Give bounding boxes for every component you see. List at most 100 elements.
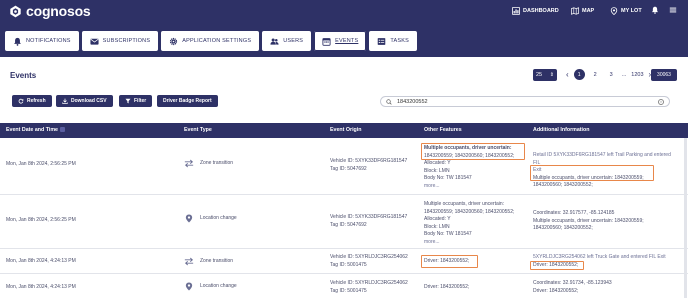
driver-id: Driver: 1843200552; — [533, 287, 579, 294]
sort-icon[interactable] — [60, 127, 66, 133]
nav-my-lot[interactable]: MY LOT — [610, 7, 642, 15]
vehicle-id[interactable]: Vehicle ID: 5XYRLDJC3RG254062 — [330, 254, 408, 262]
coordinates: Coordinates: 32.917577, -85.124185 — [533, 210, 615, 216]
menu-icon[interactable] — [669, 6, 677, 14]
highlight-box — [421, 143, 525, 160]
highlight-box — [530, 261, 584, 270]
tab-users-label: USERS — [283, 38, 304, 44]
page-last[interactable]: 1203 — [631, 72, 643, 78]
driver-badge-report-button[interactable]: Driver Badge Report — [157, 95, 218, 107]
table-scrollbar[interactable] — [684, 138, 687, 298]
event-date: Mon, Jan 8th 2024, 2:56:25 PM — [6, 161, 76, 167]
vehicle-id[interactable]: Vehicle ID: 5XYK33DF6RG181547 — [330, 158, 407, 166]
download-icon — [62, 98, 68, 104]
per-page-select[interactable]: 25 ⇕ — [533, 69, 557, 81]
brand[interactable]: cognosos — [9, 3, 91, 19]
pin-icon — [610, 7, 618, 15]
column-event-type: Event Type — [184, 127, 212, 133]
column-additional-information: Additional Information — [533, 127, 590, 133]
prev-page-icon[interactable]: ‹ — [566, 70, 569, 79]
zone-transition-icon — [184, 159, 194, 168]
additional-information: Coordinates: 32.91734, -85.123943 Driver… — [533, 280, 673, 295]
body-no: Body No: TW 181547 — [424, 231, 472, 237]
tab-events[interactable]: EVENTS — [314, 31, 367, 51]
body-no: Body No: TW 181547 — [424, 175, 472, 181]
calendar-icon — [322, 37, 331, 46]
event-type-label: Zone transition — [200, 159, 234, 166]
bell-icon[interactable] — [651, 6, 659, 14]
page-1[interactable]: 1 — [573, 69, 585, 80]
users-icon — [270, 37, 279, 45]
clear-search-icon[interactable]: × — [658, 98, 664, 105]
event-origin: Vehicle ID: 5XYRLDJC3RG254062 Tag ID: 50… — [330, 280, 408, 295]
tag-id: Tag ID: 5001475 — [330, 287, 367, 294]
nav-dashboard[interactable]: DASHBOARD — [512, 7, 559, 15]
tab-tasks-label: TASKS — [390, 38, 410, 44]
table-row[interactable]: Mon, Jan 8th 2024, 2:56:25 PM Zone trans… — [0, 138, 688, 195]
search-box[interactable]: × — [380, 96, 670, 107]
column-other-features: Other Features — [424, 127, 462, 133]
refresh-label: Refresh — [27, 98, 46, 104]
chevron-updown-icon: ⇕ — [549, 72, 554, 78]
event-origin: Vehicle ID: 5XYK33DF6RG181547 Tag ID: 50… — [330, 214, 407, 229]
location-pin-icon — [185, 282, 193, 291]
cognosos-logo-icon — [10, 5, 21, 17]
block: Block: LMN — [424, 167, 450, 174]
search-input[interactable] — [397, 98, 653, 105]
tab-subscriptions[interactable]: SUBSCRIPTIONS — [81, 31, 159, 51]
tab-users[interactable]: USERS — [262, 31, 312, 51]
download-csv-label: Download CSV — [71, 98, 107, 104]
occupant-ids: 1843200560; 1843200552; — [533, 182, 593, 188]
table-row[interactable]: Mon, Jan 8th 2024, 4:24:13 PM Zone trans… — [0, 249, 688, 274]
gear-icon — [170, 37, 178, 45]
tab-tasks[interactable]: TASKS — [369, 31, 418, 51]
vehicle-id[interactable]: Vehicle ID: 5XYRLDJC3RG254062 — [330, 280, 408, 288]
nav-map-label: MAP — [582, 8, 595, 14]
tasks-icon — [378, 37, 386, 45]
more-link[interactable]: more... — [424, 239, 514, 247]
occupant-ids: 1843200559; 1843200560; 1843200552; — [424, 208, 515, 215]
tag-id: Tag ID: 5047692 — [330, 221, 367, 228]
filter-button[interactable]: Filter — [119, 95, 153, 107]
download-csv-button[interactable]: Download CSV — [56, 95, 113, 107]
table-row[interactable]: Mon, Jan 8th 2024, 2:56:25 PM Location c… — [0, 195, 688, 249]
tag-id: Tag ID: 5047692 — [330, 165, 367, 172]
dashboard-icon — [512, 7, 520, 15]
tab-notifications-label: NOTIFICATIONS — [26, 38, 71, 44]
event-type: Zone transition — [184, 159, 233, 168]
nav-dashboard-label: DASHBOARD — [523, 8, 559, 14]
events-table-header: Event Date and Time Event Type Event Ori… — [0, 123, 688, 138]
allocated: Allocated: Y — [424, 216, 451, 222]
tab-notifications[interactable]: NOTIFICATIONS — [5, 31, 79, 51]
highlight-box — [421, 255, 478, 268]
total-count-badge: 30063 — [651, 69, 677, 81]
refresh-icon — [18, 98, 24, 104]
table-row[interactable]: Mon, Jan 8th 2024, 4:24:13 PM Location c… — [0, 274, 688, 303]
event-date: Mon, Jan 8th 2024, 4:24:13 PM — [6, 258, 76, 264]
event-origin: Vehicle ID: 5XYRLDJC3RG254062 Tag ID: 50… — [330, 254, 408, 269]
map-icon — [571, 7, 579, 15]
page-3[interactable]: 3 — [606, 69, 617, 80]
column-event-date[interactable]: Event Date and Time — [6, 127, 66, 133]
more-link[interactable]: more... — [424, 183, 514, 191]
nav-map[interactable]: MAP — [571, 7, 594, 15]
block: Block: LMN — [424, 223, 450, 230]
filter-icon — [125, 98, 131, 104]
column-event-origin: Event Origin — [330, 127, 362, 133]
occupants-note: Multiple occupants, driver uncertain: 18… — [533, 217, 644, 224]
highlight-box — [530, 165, 654, 181]
refresh-button[interactable]: Refresh — [12, 95, 52, 107]
page-2[interactable]: 2 — [590, 69, 601, 80]
mail-icon — [90, 38, 99, 45]
event-date: Mon, Jan 8th 2024, 4:24:13 PM — [6, 284, 76, 290]
tab-application-settings[interactable]: APPLICATION SETTINGS — [161, 31, 260, 51]
other-features: Multiple occupants, driver uncertain: 18… — [424, 201, 514, 246]
event-origin: Vehicle ID: 5XYK33DF6RG181547 Tag ID: 50… — [330, 158, 407, 173]
coordinates: Coordinates: 32.91734, -85.123943 — [533, 280, 612, 286]
additional-information: Coordinates: 32.917577, -85.124185 Multi… — [533, 210, 673, 233]
driver-badge-report-label: Driver Badge Report — [163, 98, 212, 104]
vehicle-id[interactable]: Vehicle ID: 5XYK33DF6RG181547 — [330, 214, 407, 222]
driver-id: Driver: 1843200552; — [424, 284, 470, 290]
page-title: Events — [10, 71, 37, 80]
allocated: Allocated: Y — [424, 160, 451, 166]
